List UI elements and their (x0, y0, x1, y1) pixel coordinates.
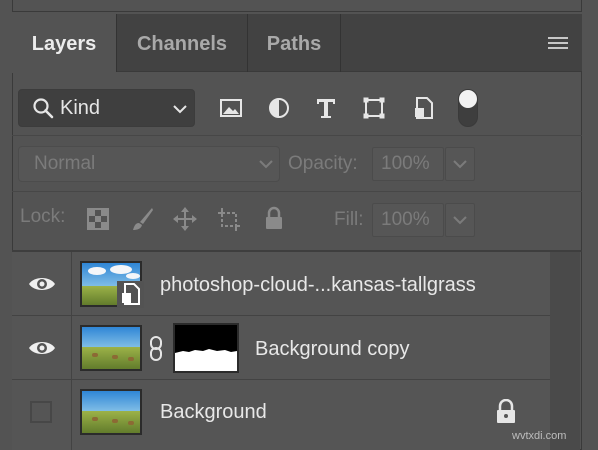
lock-all-icon[interactable] (262, 206, 286, 232)
lock-image-pixels-icon[interactable] (131, 206, 155, 232)
chevron-down-icon (453, 160, 467, 169)
divider (12, 135, 582, 136)
tab-paths[interactable]: Paths (248, 14, 340, 72)
smart-object-filter-icon[interactable] (412, 96, 436, 120)
shape-filter-icon[interactable] (362, 96, 386, 120)
type-filter-icon[interactable] (314, 96, 338, 120)
layer-name: photoshop-cloud-...kansas-tallgrass (160, 274, 476, 296)
lock-position-icon[interactable] (173, 206, 197, 232)
kind-filter-label: Kind (60, 97, 101, 119)
upper-panel-edge (12, 0, 582, 12)
opacity-value: 100% (381, 153, 430, 174)
layer-thumbnail (80, 325, 142, 371)
watermark: wvtxdi.com (512, 430, 567, 442)
layer-name: Background copy (255, 338, 410, 360)
lock-label: Lock: (20, 206, 66, 227)
blend-mode-value: Normal (34, 153, 96, 174)
tab-divider (340, 14, 341, 72)
divider (12, 191, 582, 192)
fill-label: Fill: (334, 209, 364, 230)
tab-channels[interactable]: Channels (117, 14, 247, 72)
search-icon (33, 98, 54, 119)
layer-mask-thumbnail[interactable] (173, 323, 239, 373)
panel-menu-icon[interactable] (548, 37, 568, 51)
fill-value: 100% (381, 209, 430, 230)
image-filter-icon[interactable] (219, 96, 243, 120)
visibility-checkbox[interactable] (30, 401, 52, 423)
smart-object-icon (117, 281, 144, 308)
lock-artboard-icon[interactable] (217, 206, 241, 232)
chevron-down-icon (453, 216, 467, 225)
tab-layers[interactable]: Layers (12, 14, 116, 73)
layer-thumbnail (80, 389, 142, 435)
eye-icon[interactable] (28, 338, 56, 358)
layer-name: Background (160, 401, 267, 423)
chevron-down-icon (259, 160, 273, 169)
link-icon[interactable] (148, 336, 164, 362)
adjustment-filter-icon[interactable] (267, 96, 291, 120)
chevron-down-icon (173, 105, 187, 114)
filter-toggle-knob (459, 90, 477, 108)
layers-scrollbar[interactable] (550, 252, 580, 450)
eye-icon[interactable] (28, 274, 56, 294)
lock-icon[interactable] (494, 399, 518, 425)
opacity-label: Opacity: (288, 153, 358, 174)
lock-transparent-pixels-icon[interactable] (86, 206, 110, 232)
